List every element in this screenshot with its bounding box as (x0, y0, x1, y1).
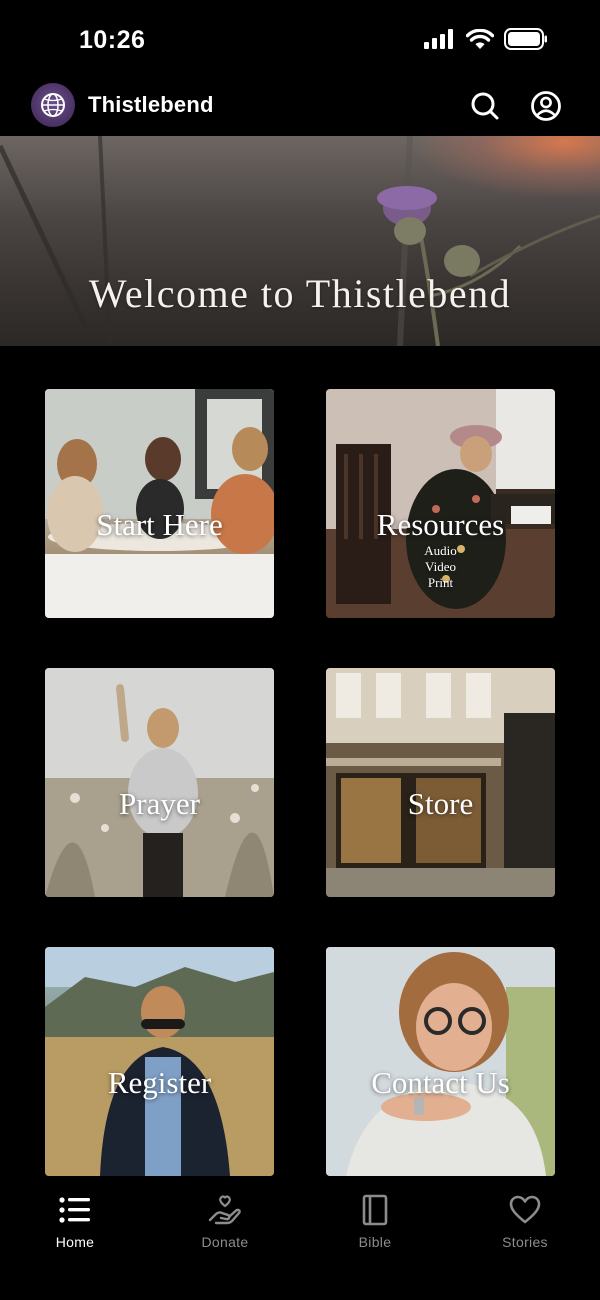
thistlebend-logo[interactable] (31, 83, 75, 127)
tile-store[interactable]: Store (326, 668, 555, 897)
app-title: Thistlebend (88, 92, 214, 117)
tile-label-register: Register (107, 1065, 212, 1100)
status-bar: 10:26 (0, 0, 600, 80)
register-photo (45, 947, 274, 1176)
tab-label-donate: Donate (201, 1234, 249, 1250)
tab-bible[interactable]: Bible (315, 1192, 435, 1252)
tile-register[interactable]: Register (45, 947, 274, 1176)
tile-label-store: Store (407, 786, 474, 821)
tile-resources[interactable]: Resources Audio Video Print (326, 389, 555, 618)
book-icon (357, 1192, 393, 1228)
tile-label-start-here: Start Here (96, 507, 223, 542)
app-header: Thistlebend (0, 80, 600, 136)
tab-donate[interactable]: Donate (165, 1192, 285, 1252)
tab-label-bible: Bible (358, 1234, 392, 1250)
tile-label-resources: Resources (376, 507, 505, 542)
resources-sub-audio: Audio (424, 543, 457, 558)
start-here-photo (45, 389, 274, 618)
status-time: 10:26 (79, 26, 146, 54)
tab-label-home: Home (55, 1234, 95, 1250)
tile-prayer[interactable]: Prayer (45, 668, 274, 897)
tab-label-stories: Stories (502, 1234, 548, 1250)
user-profile-icon (531, 91, 561, 121)
resources-subtitle: Audio Video Print (326, 543, 555, 591)
list-icon (57, 1192, 93, 1228)
globe-logo-icon (41, 93, 65, 117)
hero-banner: Welcome to Thistlebend (0, 136, 600, 346)
wifi-icon (466, 28, 494, 49)
tab-bar: Home Donate Bible Stories (0, 1178, 600, 1300)
tile-start-here[interactable]: Start Here (45, 389, 274, 618)
tab-stories[interactable]: Stories (465, 1192, 585, 1252)
cellular-signal-icon (424, 29, 453, 49)
tab-home[interactable]: Home (15, 1192, 135, 1252)
hero-title: Welcome to Thistlebend (88, 271, 512, 316)
donate-hand-heart-icon (207, 1192, 243, 1228)
status-icons (424, 28, 548, 50)
battery-icon (504, 28, 547, 50)
tile-contact-us[interactable]: Contact Us (326, 947, 555, 1176)
tile-label-contact-us: Contact Us (371, 1065, 510, 1100)
contact-us-photo (326, 947, 555, 1176)
resources-sub-print: Print (427, 575, 454, 590)
search-button[interactable] (469, 90, 501, 122)
resources-sub-video: Video (425, 559, 456, 574)
prayer-photo (45, 668, 274, 897)
search-icon (471, 92, 499, 120)
store-photo (326, 668, 555, 897)
heart-icon (507, 1192, 543, 1228)
profile-button[interactable] (530, 90, 562, 122)
tile-label-prayer: Prayer (119, 786, 200, 821)
